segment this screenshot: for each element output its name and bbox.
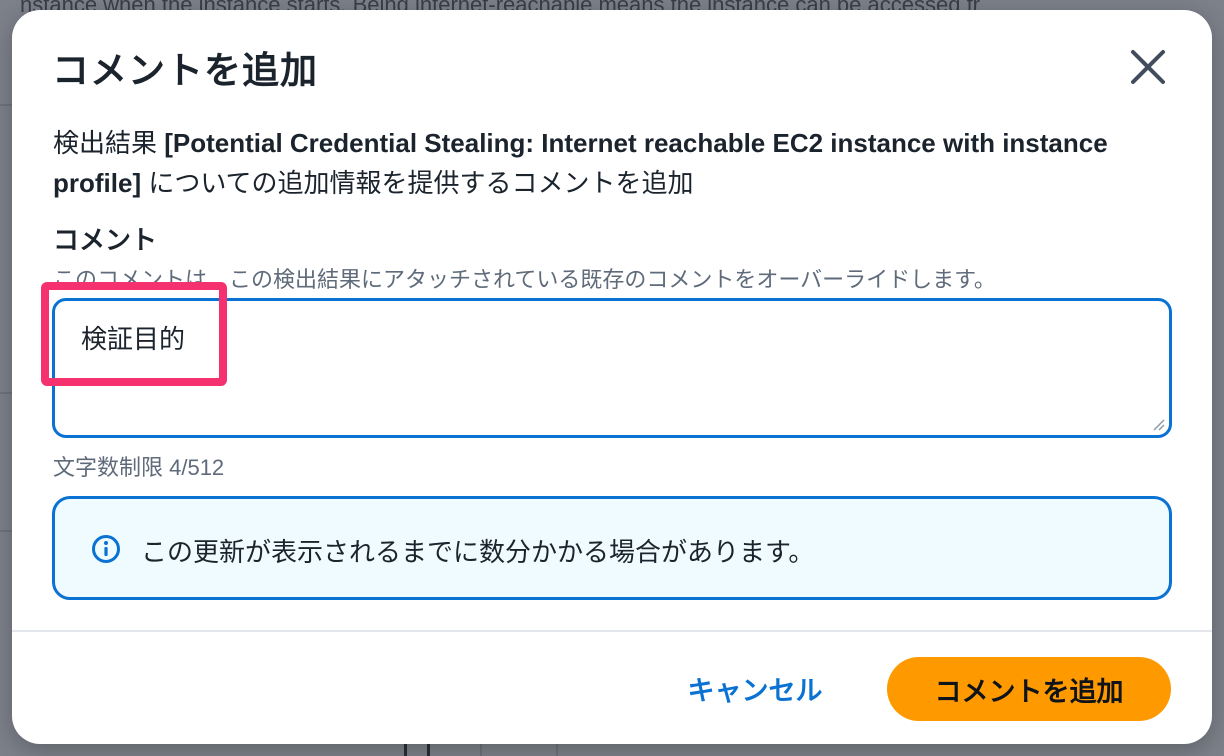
background-divider bbox=[0, 392, 12, 394]
background-divider bbox=[556, 744, 558, 756]
close-button[interactable] bbox=[1125, 44, 1171, 90]
annotation-highlight bbox=[41, 282, 227, 386]
cancel-button[interactable]: キャンセル bbox=[680, 658, 830, 718]
dialog-description: 検出結果 [Potential Credential Stealing: Int… bbox=[53, 123, 1143, 203]
background-divider bbox=[0, 104, 12, 106]
character-limit: 文字数制限 4/512 bbox=[53, 455, 225, 480]
add-comment-dialog: コメントを追加 検出結果 [Potential Credential Steal… bbox=[12, 10, 1212, 744]
background-divider bbox=[0, 530, 12, 532]
dialog-title: コメントを追加 bbox=[52, 50, 318, 91]
footer-divider bbox=[12, 630, 1212, 632]
resize-grip-icon[interactable] bbox=[1151, 417, 1165, 431]
description-suffix: についての追加情報を提供するコメントを追加 bbox=[141, 168, 694, 198]
info-alert: この更新が表示されるまでに数分かかる場合があります。 bbox=[52, 496, 1172, 600]
comment-field-label: コメント bbox=[53, 225, 158, 255]
close-icon bbox=[1131, 50, 1165, 84]
info-icon bbox=[92, 535, 120, 563]
info-message: この更新が表示されるまでに数分かかる場合があります。 bbox=[141, 537, 815, 567]
description-prefix: 検出結果 bbox=[53, 128, 165, 158]
background-divider bbox=[480, 744, 482, 756]
add-comment-button[interactable]: コメントを追加 bbox=[887, 657, 1171, 721]
